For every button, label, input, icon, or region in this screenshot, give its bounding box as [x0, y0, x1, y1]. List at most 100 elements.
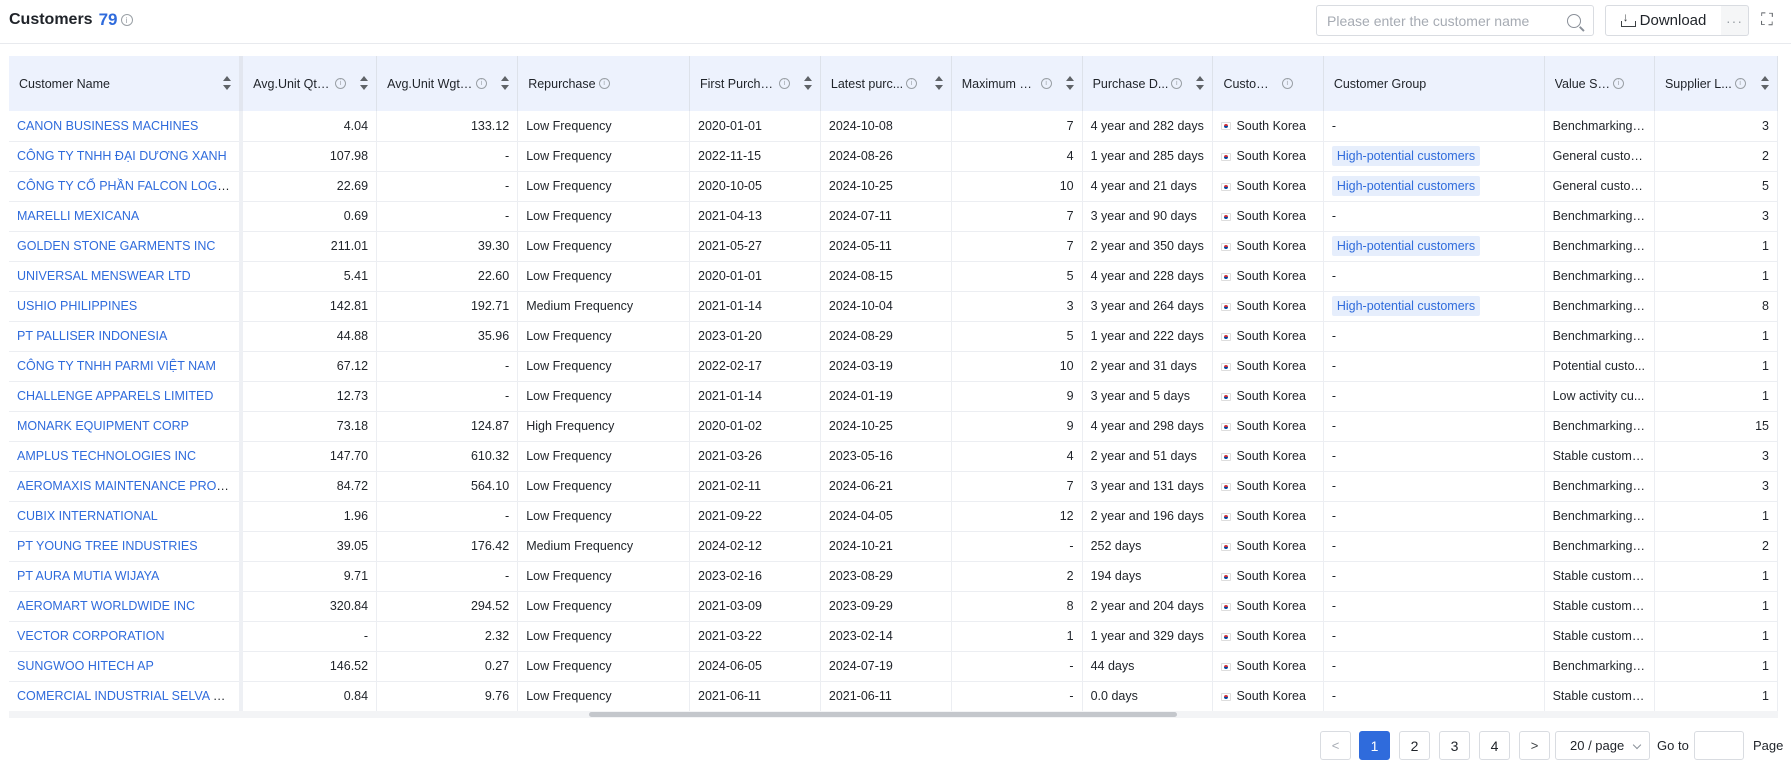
- table-cell: PT AURA MUTIA WIJAYA: [9, 561, 244, 592]
- page-size-select[interactable]: 20 / page: [1555, 731, 1650, 760]
- table-row[interactable]: CÔNG TY TNHH PARMI VIỆT NAM 67.12- Low Fre…: [9, 351, 1778, 382]
- table-cell: Stable customers: [1544, 621, 1655, 652]
- table-row[interactable]: COMERCIAL INDUSTRIAL SELVA S A 0.84 9.76 Lo…: [9, 681, 1778, 712]
- table-row[interactable]: AEROMAXIS MAINTENANCE PRODUC... 84.72 564.…: [9, 471, 1778, 502]
- table-cell: 5: [951, 321, 1083, 352]
- table-row[interactable]: PT AURA MUTIA WIJAYA 9.71- Low Frequency 20…: [9, 561, 1778, 592]
- sort-icon[interactable]: [1065, 76, 1074, 90]
- customer-name-link[interactable]: CÔNG TY TNHH PARMI VIỆT NAM: [17, 359, 216, 373]
- sort-icon[interactable]: [934, 76, 943, 90]
- table-cell: 2024-10-21: [820, 531, 952, 562]
- info-icon[interactable]: i: [1734, 78, 1746, 90]
- sort-icon[interactable]: [360, 76, 369, 90]
- column-header-2[interactable]: Avg.Unit Wgt ... i: [376, 56, 519, 111]
- info-icon[interactable]: i: [598, 78, 610, 90]
- table-row[interactable]: PT PALLISER INDONESIA 44.88 35.96 Low Frequ…: [9, 321, 1778, 352]
- info-icon[interactable]: i: [476, 78, 488, 90]
- table-cell: 7: [951, 201, 1083, 232]
- table-cell: 107.98: [241, 141, 378, 172]
- goto-page-input[interactable]: [1694, 731, 1744, 760]
- table-row[interactable]: USHIO PHILIPPINES 142.81 192.71 Medium Freq…: [9, 291, 1778, 322]
- table-row[interactable]: PT YOUNG TREE INDUSTRIES 39.05 176.42 Mediu…: [9, 531, 1778, 562]
- page-button-3[interactable]: 3: [1439, 731, 1470, 760]
- table-row[interactable]: CANON BUSINESS MACHINES 4.04 133.12 Low Fre…: [9, 111, 1778, 142]
- sort-icon[interactable]: [223, 76, 232, 90]
- column-header-label: Purchase D...: [1092, 76, 1169, 91]
- sort-icon[interactable]: [803, 76, 812, 90]
- customer-name-link[interactable]: CANON BUSINESS MACHINES: [17, 119, 198, 133]
- table-row[interactable]: AMPLUS TECHNOLOGIES INC 147.70 610.32 Low F…: [9, 441, 1778, 472]
- column-header-6[interactable]: Maximum D... i: [951, 56, 1083, 111]
- info-icon[interactable]: i: [1612, 78, 1624, 90]
- customer-name-link[interactable]: CÔNG TY CỔ PHẦN FALCON LOGISTICS: [17, 179, 237, 193]
- customer-name-link[interactable]: PT AURA MUTIA WIJAYA: [17, 569, 159, 583]
- column-header-7[interactable]: Purchase D... i: [1082, 56, 1214, 111]
- customer-name-link[interactable]: COMERCIAL INDUSTRIAL SELVA S A: [17, 689, 232, 703]
- table-cell: 2021-01-14: [689, 291, 821, 322]
- table-cell: 2021-04-13: [689, 201, 821, 232]
- table-row[interactable]: VECTOR CORPORATION -2.32 Low Frequency 2021…: [9, 621, 1778, 652]
- info-icon[interactable]: i: [1281, 78, 1293, 90]
- column-header-5[interactable]: Latest purc... i: [820, 56, 952, 111]
- customer-name-link[interactable]: AMPLUS TECHNOLOGIES INC: [17, 449, 196, 463]
- table-row[interactable]: GOLDEN STONE GARMENTS INC 211.01 39.30 Low …: [9, 231, 1778, 262]
- more-options-button[interactable]: ···: [1721, 5, 1749, 36]
- search-icon[interactable]: [1567, 14, 1581, 28]
- column-header-0[interactable]: Customer Name: [9, 56, 244, 111]
- prev-page-button[interactable]: <: [1320, 731, 1351, 760]
- table-row[interactable]: MONARK EQUIPMENT CORP 73.18 124.87 High Fre…: [9, 411, 1778, 442]
- table-cell: 147.70: [241, 441, 378, 472]
- download-button[interactable]: Download: [1605, 5, 1722, 36]
- info-icon[interactable]: i: [1040, 78, 1052, 90]
- table-cell: 0.69: [241, 201, 378, 232]
- table-cell: High-potential customers: [1323, 231, 1545, 262]
- info-icon[interactable]: i: [335, 78, 347, 90]
- next-page-button[interactable]: >: [1519, 731, 1550, 760]
- customer-name-link[interactable]: MONARK EQUIPMENT CORP: [17, 419, 189, 433]
- table-cell: 7: [951, 111, 1083, 142]
- sort-icon[interactable]: [1761, 76, 1769, 90]
- table-row[interactable]: CÔNG TY CỔ PHẦN FALCON LOGISTICS 22.69- Lo…: [9, 171, 1778, 202]
- customer-name-link[interactable]: GOLDEN STONE GARMENTS INC: [17, 239, 215, 253]
- sort-icon[interactable]: [501, 76, 510, 90]
- column-header-11[interactable]: Supplier L... i: [1654, 56, 1778, 111]
- customer-name-link[interactable]: UNIVERSAL MENSWEAR LTD: [17, 269, 191, 283]
- customer-name-link[interactable]: CUBIX INTERNATIONAL: [17, 509, 158, 523]
- table-row[interactable]: UNIVERSAL MENSWEAR LTD 5.41 22.60 Low Frequ…: [9, 261, 1778, 292]
- table-row[interactable]: AEROMART WORLDWIDE INC 320.84 294.52 Low Fr…: [9, 591, 1778, 622]
- customer-name-link[interactable]: PT PALLISER INDONESIA: [17, 329, 167, 343]
- customer-name-link[interactable]: CÔNG TY TNHH ĐẠI DƯƠNG XANH: [17, 149, 227, 163]
- customer-name-link[interactable]: USHIO PHILIPPINES: [17, 299, 137, 313]
- column-header-label: Customer Group: [1333, 76, 1427, 91]
- table-cell: 2020-01-01: [689, 261, 821, 292]
- page-button-2[interactable]: 2: [1399, 731, 1430, 760]
- customer-name-link[interactable]: MARELLI MEXICANA: [17, 209, 139, 223]
- table-row[interactable]: CÔNG TY TNHH ĐẠI DƯƠNG XANH 107.98- Low Fr…: [9, 141, 1778, 172]
- column-header-4[interactable]: First Purcha... i: [689, 56, 821, 111]
- table-row[interactable]: CHALLENGE APPARELS LIMITED 12.73- Low Freq…: [9, 381, 1778, 412]
- customer-name-link[interactable]: CHALLENGE APPARELS LIMITED: [17, 389, 213, 403]
- info-icon[interactable]: i: [778, 78, 790, 90]
- table-row[interactable]: CUBIX INTERNATIONAL 1.96- Low Frequency 202…: [9, 501, 1778, 532]
- customer-name-link[interactable]: PT YOUNG TREE INDUSTRIES: [17, 539, 198, 553]
- page-button-4[interactable]: 4: [1479, 731, 1510, 760]
- table-row[interactable]: SUNGWOO HITECH AP 146.52 0.27 Low Frequency…: [9, 651, 1778, 682]
- south-korea-flag-icon: [1221, 272, 1232, 281]
- customer-name-link[interactable]: AEROMART WORLDWIDE INC: [17, 599, 195, 613]
- horizontal-scrollbar[interactable]: [9, 711, 1778, 718]
- page-button-1[interactable]: 1: [1359, 731, 1390, 760]
- info-icon[interactable]: i: [1171, 78, 1183, 90]
- customer-name-link[interactable]: AEROMAXIS MAINTENANCE PRODUC...: [17, 479, 237, 493]
- table-cell: -: [1323, 471, 1545, 502]
- sort-icon[interactable]: [1196, 76, 1205, 90]
- fullscreen-icon[interactable]: ⛶: [1758, 11, 1776, 29]
- info-icon[interactable]: i: [120, 14, 133, 26]
- customer-name-link[interactable]: SUNGWOO HITECH AP: [17, 659, 154, 673]
- column-header-1[interactable]: Avg.Unit Qty P...i: [241, 56, 378, 111]
- customer-name-link[interactable]: VECTOR CORPORATION: [17, 629, 164, 643]
- table-cell: Benchmarking ...: [1544, 471, 1655, 502]
- info-icon[interactable]: i: [906, 78, 918, 90]
- table-row[interactable]: MARELLI MEXICANA 0.69- Low Frequency 2021-0…: [9, 201, 1778, 232]
- search-input[interactable]: [1327, 12, 1563, 29]
- scrollbar-thumb[interactable]: [589, 712, 1177, 717]
